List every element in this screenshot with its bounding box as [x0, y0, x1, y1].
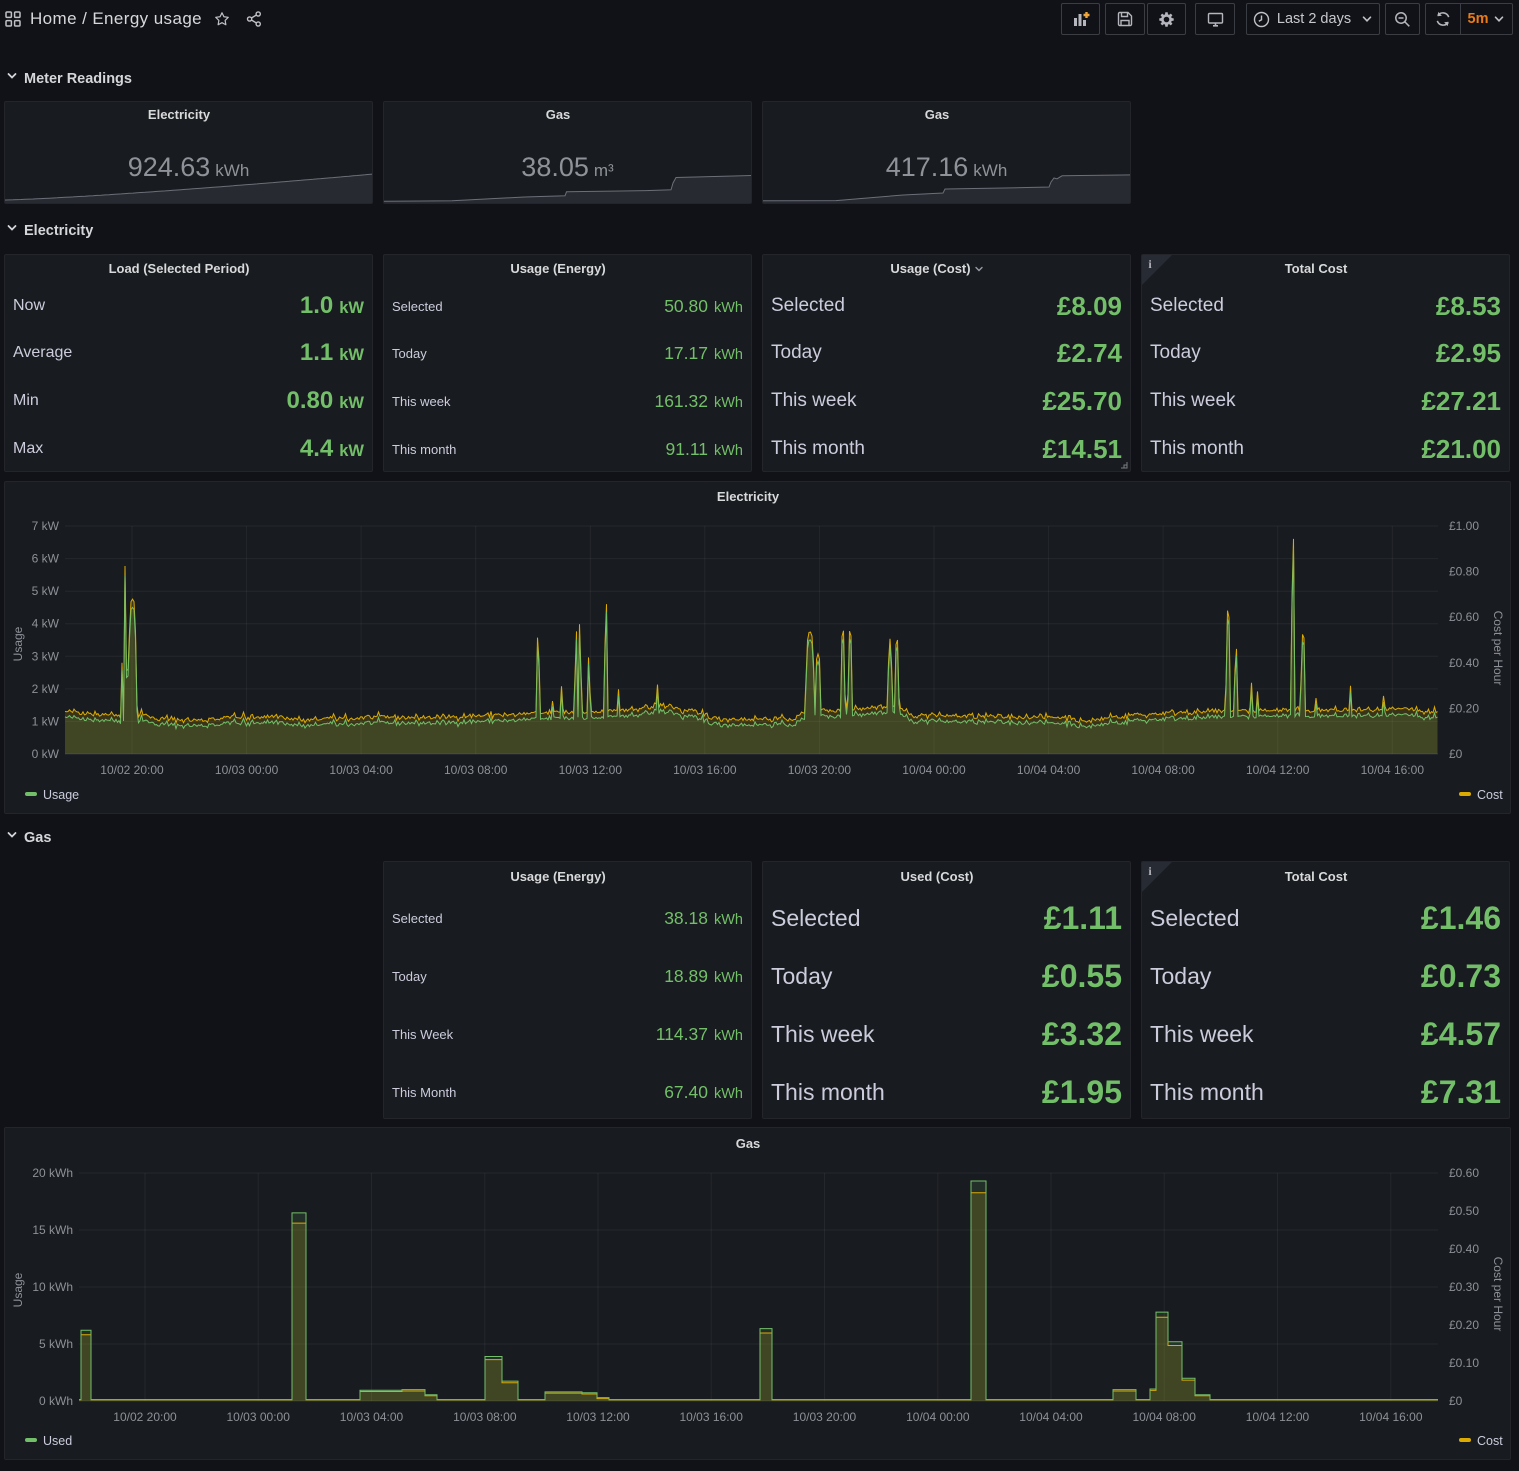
svg-text:£0.10: £0.10	[1449, 1356, 1479, 1370]
svg-text:10/03 12:00: 10/03 12:00	[566, 1410, 630, 1424]
svg-text:15 kWh: 15 kWh	[32, 1223, 73, 1237]
svg-text:10/03 08:00: 10/03 08:00	[444, 763, 508, 777]
svg-text:4 kW: 4 kW	[32, 617, 60, 631]
svg-text:5 kWh: 5 kWh	[39, 1337, 73, 1351]
svg-text:0 kWh: 0 kWh	[39, 1394, 73, 1408]
svg-text:£0.60: £0.60	[1449, 1166, 1479, 1180]
svg-text:10/03 04:00: 10/03 04:00	[340, 1410, 404, 1424]
svg-text:10/04 12:00: 10/04 12:00	[1246, 1410, 1310, 1424]
svg-text:7 kW: 7 kW	[32, 519, 60, 533]
svg-text:10/04 00:00: 10/04 00:00	[906, 1410, 970, 1424]
svg-text:£0.40: £0.40	[1449, 656, 1479, 670]
svg-text:10/04 08:00: 10/04 08:00	[1132, 1410, 1196, 1424]
svg-text:10/04 08:00: 10/04 08:00	[1131, 763, 1195, 777]
svg-text:£0.50: £0.50	[1449, 1204, 1479, 1218]
svg-text:Usage: Usage	[43, 788, 79, 802]
svg-text:10/03 04:00: 10/03 04:00	[329, 763, 393, 777]
svg-text:10/03 16:00: 10/03 16:00	[673, 763, 737, 777]
svg-text:£0: £0	[1449, 1394, 1463, 1408]
svg-text:Used: Used	[43, 1434, 72, 1448]
svg-text:5 kW: 5 kW	[32, 584, 60, 598]
svg-text:10 kWh: 10 kWh	[32, 1280, 73, 1294]
svg-text:£0: £0	[1449, 747, 1463, 761]
svg-text:10/04 00:00: 10/04 00:00	[902, 763, 966, 777]
svg-text:£0.80: £0.80	[1449, 565, 1479, 579]
svg-text:10/02 20:00: 10/02 20:00	[100, 763, 164, 777]
svg-text:10/04 04:00: 10/04 04:00	[1017, 763, 1081, 777]
svg-text:10/02 20:00: 10/02 20:00	[113, 1410, 177, 1424]
svg-text:£0.20: £0.20	[1449, 1318, 1479, 1332]
svg-text:10/03 16:00: 10/03 16:00	[679, 1410, 743, 1424]
svg-text:10/03 12:00: 10/03 12:00	[559, 763, 623, 777]
svg-text:10/03 08:00: 10/03 08:00	[453, 1410, 517, 1424]
svg-text:10/04 12:00: 10/04 12:00	[1246, 763, 1310, 777]
svg-text:0 kW: 0 kW	[32, 747, 60, 761]
svg-text:Usage: Usage	[11, 626, 25, 661]
svg-text:Cost: Cost	[1477, 788, 1503, 802]
svg-text:£0.60: £0.60	[1449, 610, 1479, 624]
svg-text:1 kW: 1 kW	[32, 714, 60, 728]
svg-text:Cost per Hour: Cost per Hour	[1491, 611, 1505, 686]
svg-text:2 kW: 2 kW	[32, 682, 60, 696]
svg-text:Cost per Hour: Cost per Hour	[1491, 1257, 1505, 1332]
svg-text:10/04 16:00: 10/04 16:00	[1359, 1410, 1423, 1424]
svg-text:£0.30: £0.30	[1449, 1280, 1479, 1294]
svg-text:10/04 04:00: 10/04 04:00	[1019, 1410, 1083, 1424]
svg-text:6 kW: 6 kW	[32, 552, 60, 566]
svg-text:£0.20: £0.20	[1449, 701, 1479, 715]
svg-text:10/03 00:00: 10/03 00:00	[215, 763, 279, 777]
svg-text:£1.00: £1.00	[1449, 519, 1479, 533]
svg-text:Cost: Cost	[1477, 1434, 1503, 1448]
svg-text:10/04 16:00: 10/04 16:00	[1361, 763, 1425, 777]
svg-text:10/03 20:00: 10/03 20:00	[788, 763, 852, 777]
svg-text:£0.40: £0.40	[1449, 1242, 1479, 1256]
svg-text:Usage: Usage	[11, 1272, 25, 1307]
svg-text:10/03 20:00: 10/03 20:00	[793, 1410, 857, 1424]
svg-text:3 kW: 3 kW	[32, 649, 60, 663]
svg-text:20 kWh: 20 kWh	[32, 1166, 73, 1180]
svg-text:10/03 00:00: 10/03 00:00	[226, 1410, 290, 1424]
